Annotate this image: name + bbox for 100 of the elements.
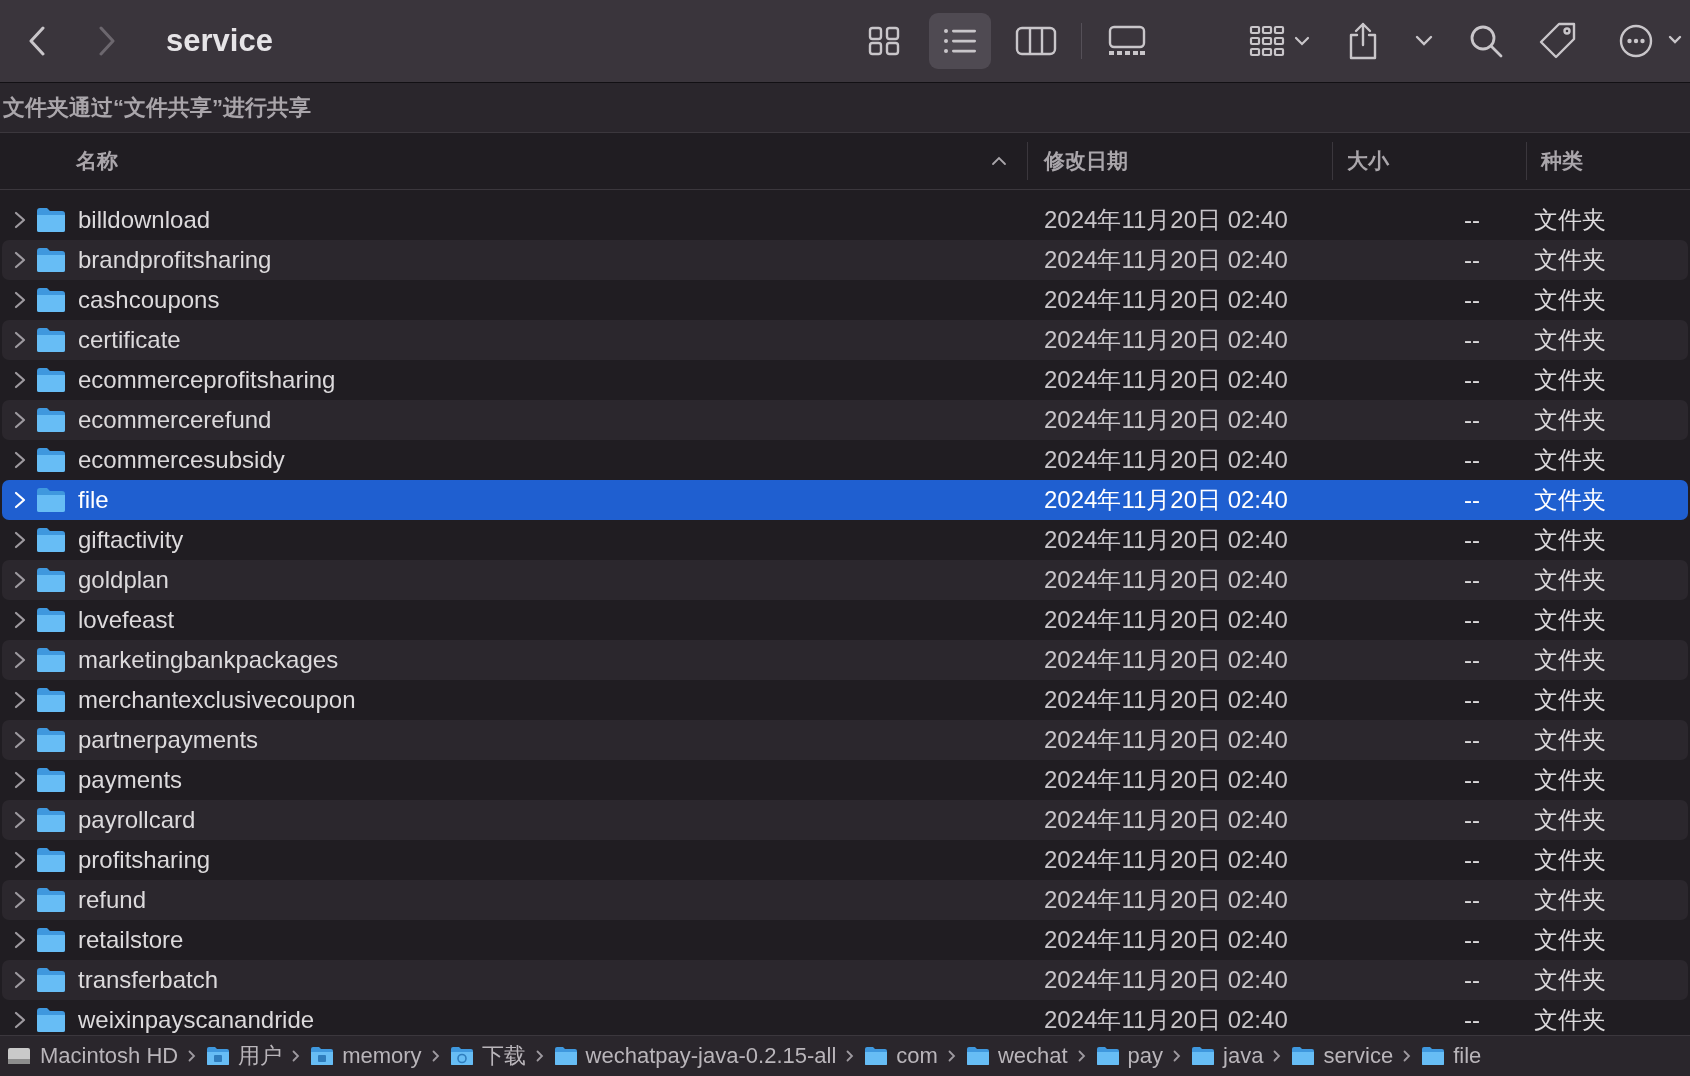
disclosure-chevron-icon[interactable] [14, 771, 26, 789]
folder-icon [36, 687, 66, 713]
path-item[interactable]: wechat [965, 1043, 1068, 1069]
file-row[interactable]: profitsharing 2024年11月20日 02:40 -- 文件夹 [2, 840, 1688, 880]
disclosure-chevron-icon[interactable] [14, 451, 26, 469]
file-kind: 文件夹 [1534, 485, 1606, 515]
file-size: -- [1464, 766, 1481, 794]
disclosure-chevron-icon[interactable] [14, 611, 26, 629]
file-size: -- [1464, 446, 1481, 474]
disclosure-chevron-icon[interactable] [14, 211, 26, 229]
file-row[interactable]: file 2024年11月20日 02:40 -- 文件夹 [2, 480, 1688, 520]
disclosure-chevron-icon[interactable] [14, 331, 26, 349]
path-item[interactable]: pay [1095, 1043, 1164, 1069]
file-size: -- [1464, 606, 1481, 634]
disclosure-chevron-icon[interactable] [14, 371, 26, 389]
file-name: giftactivity [78, 526, 184, 554]
file-row[interactable]: marketingbankpackages 2024年11月20日 02:40 -- 文件夹 [2, 640, 1688, 680]
file-row[interactable]: merchantexclusivecoupon 2024年11月20日 02:40 -- 文件夹 [2, 680, 1688, 720]
file-name: certificate [78, 326, 181, 354]
file-name: lovefeast [78, 606, 175, 634]
file-size: -- [1464, 846, 1481, 874]
file-row[interactable]: partnerpayments 2024年11月20日 02:40 -- 文件夹 [2, 720, 1688, 760]
folder-icon [36, 647, 66, 673]
disclosure-chevron-icon[interactable] [14, 651, 26, 669]
file-row[interactable]: payrollcard 2024年11月20日 02:40 -- 文件夹 [2, 800, 1688, 840]
folder-icon [36, 287, 66, 313]
file-row[interactable]: payments 2024年11月20日 02:40 -- 文件夹 [2, 760, 1688, 800]
column-header[interactable]: 修改日期 [1028, 142, 1333, 180]
disclosure-chevron-icon[interactable] [14, 891, 26, 909]
disclosure-chevron-icon[interactable] [14, 531, 26, 549]
path-item[interactable]: memory [310, 1043, 422, 1069]
folder-icon [36, 1007, 66, 1033]
file-row[interactable]: transferbatch 2024年11月20日 02:40 -- 文件夹 [2, 960, 1688, 1000]
folder-icon [1291, 1046, 1316, 1066]
disclosure-chevron-icon[interactable] [14, 291, 26, 309]
modified-date: 2024年11月20日 02:40 [1044, 885, 1289, 915]
file-row[interactable]: giftactivity 2024年11月20日 02:40 -- 文件夹 [2, 520, 1688, 560]
file-name: marketingbankpackages [78, 646, 339, 674]
file-row[interactable]: brandprofitsharing 2024年11月20日 02:40 -- 文件夹 [2, 240, 1688, 280]
path-item[interactable]: com [864, 1043, 938, 1069]
modified-date: 2024年11月20日 02:40 [1044, 405, 1289, 435]
file-kind: 文件夹 [1534, 765, 1606, 795]
path-item[interactable]: 下载 [449, 1041, 526, 1071]
disclosure-chevron-icon[interactable] [14, 411, 26, 429]
disclosure-chevron-icon[interactable] [14, 571, 26, 589]
path-separator-icon [431, 1050, 440, 1062]
path-item[interactable]: service [1291, 1043, 1394, 1069]
file-row[interactable]: certificate 2024年11月20日 02:40 -- 文件夹 [2, 320, 1688, 360]
modified-date: 2024年11月20日 02:40 [1044, 965, 1289, 995]
file-kind: 文件夹 [1534, 285, 1606, 315]
file-kind: 文件夹 [1534, 325, 1606, 355]
file-name: partnerpayments [78, 726, 259, 754]
file-size: -- [1464, 486, 1481, 514]
file-kind: 文件夹 [1534, 685, 1606, 715]
column-header[interactable]: 种类 [1527, 142, 1583, 180]
modified-date: 2024年11月20日 02:40 [1044, 365, 1289, 395]
file-row[interactable]: ecommercesubsidy 2024年11月20日 02:40 -- 文件夹 [2, 440, 1688, 480]
file-kind: 文件夹 [1534, 845, 1606, 875]
file-row[interactable]: goldplan 2024年11月20日 02:40 -- 文件夹 [2, 560, 1688, 600]
disclosure-chevron-icon[interactable] [14, 971, 26, 989]
column-header[interactable]: 名称 [0, 142, 1028, 180]
path-separator-icon [846, 1050, 855, 1062]
disclosure-chevron-icon[interactable] [14, 1011, 26, 1029]
file-name: goldplan [78, 566, 169, 594]
file-row[interactable]: billdownload 2024年11月20日 02:40 -- 文件夹 [2, 200, 1688, 240]
disclosure-chevron-icon[interactable] [14, 691, 26, 709]
disclosure-chevron-icon[interactable] [14, 931, 26, 949]
file-size: -- [1464, 966, 1481, 994]
window-title: service [166, 23, 273, 59]
file-row[interactable]: refund 2024年11月20日 02:40 -- 文件夹 [2, 880, 1688, 920]
file-row[interactable]: lovefeast 2024年11月20日 02:40 -- 文件夹 [2, 600, 1688, 640]
disclosure-chevron-icon[interactable] [14, 811, 26, 829]
file-size: -- [1464, 646, 1481, 674]
file-name: ecommercesubsidy [78, 446, 285, 474]
column-header[interactable]: 大小 [1333, 142, 1527, 180]
file-row[interactable]: weixinpayscanandride 2024年11月20日 02:40 -- 文件夹 [2, 1000, 1688, 1035]
list-icon [942, 26, 978, 56]
path-item[interactable]: file [1421, 1043, 1482, 1069]
modified-date: 2024年11月20日 02:40 [1044, 325, 1289, 355]
path-item[interactable]: wechatpay-java-0.2.15-all [553, 1043, 837, 1069]
disclosure-chevron-icon[interactable] [14, 251, 26, 269]
folder-icon [1421, 1046, 1446, 1066]
file-size: -- [1464, 366, 1481, 394]
path-item[interactable]: java [1191, 1043, 1264, 1069]
file-row[interactable]: retailstore 2024年11月20日 02:40 -- 文件夹 [2, 920, 1688, 960]
file-row[interactable]: cashcoupons 2024年11月20日 02:40 -- 文件夹 [2, 280, 1688, 320]
file-row[interactable]: ecommerceprofitsharing 2024年11月20日 02:40 -- 文件夹 [2, 360, 1688, 400]
file-kind: 文件夹 [1534, 245, 1606, 275]
path-item[interactable]: Macintosh HD [6, 1043, 179, 1069]
file-name: merchantexclusivecoupon [78, 686, 356, 714]
path-separator-icon [1273, 1050, 1282, 1062]
modified-date: 2024年11月20日 02:40 [1044, 685, 1289, 715]
chevron-right-icon [98, 26, 116, 56]
path-item[interactable]: 用户 [206, 1041, 283, 1071]
path-separator-icon [292, 1050, 301, 1062]
list-view-button[interactable] [929, 13, 991, 69]
file-row[interactable]: ecommercerefund 2024年11月20日 02:40 -- 文件夹 [2, 400, 1688, 440]
disclosure-chevron-icon[interactable] [14, 731, 26, 749]
disclosure-chevron-icon[interactable] [14, 851, 26, 869]
file-size: -- [1464, 726, 1481, 754]
